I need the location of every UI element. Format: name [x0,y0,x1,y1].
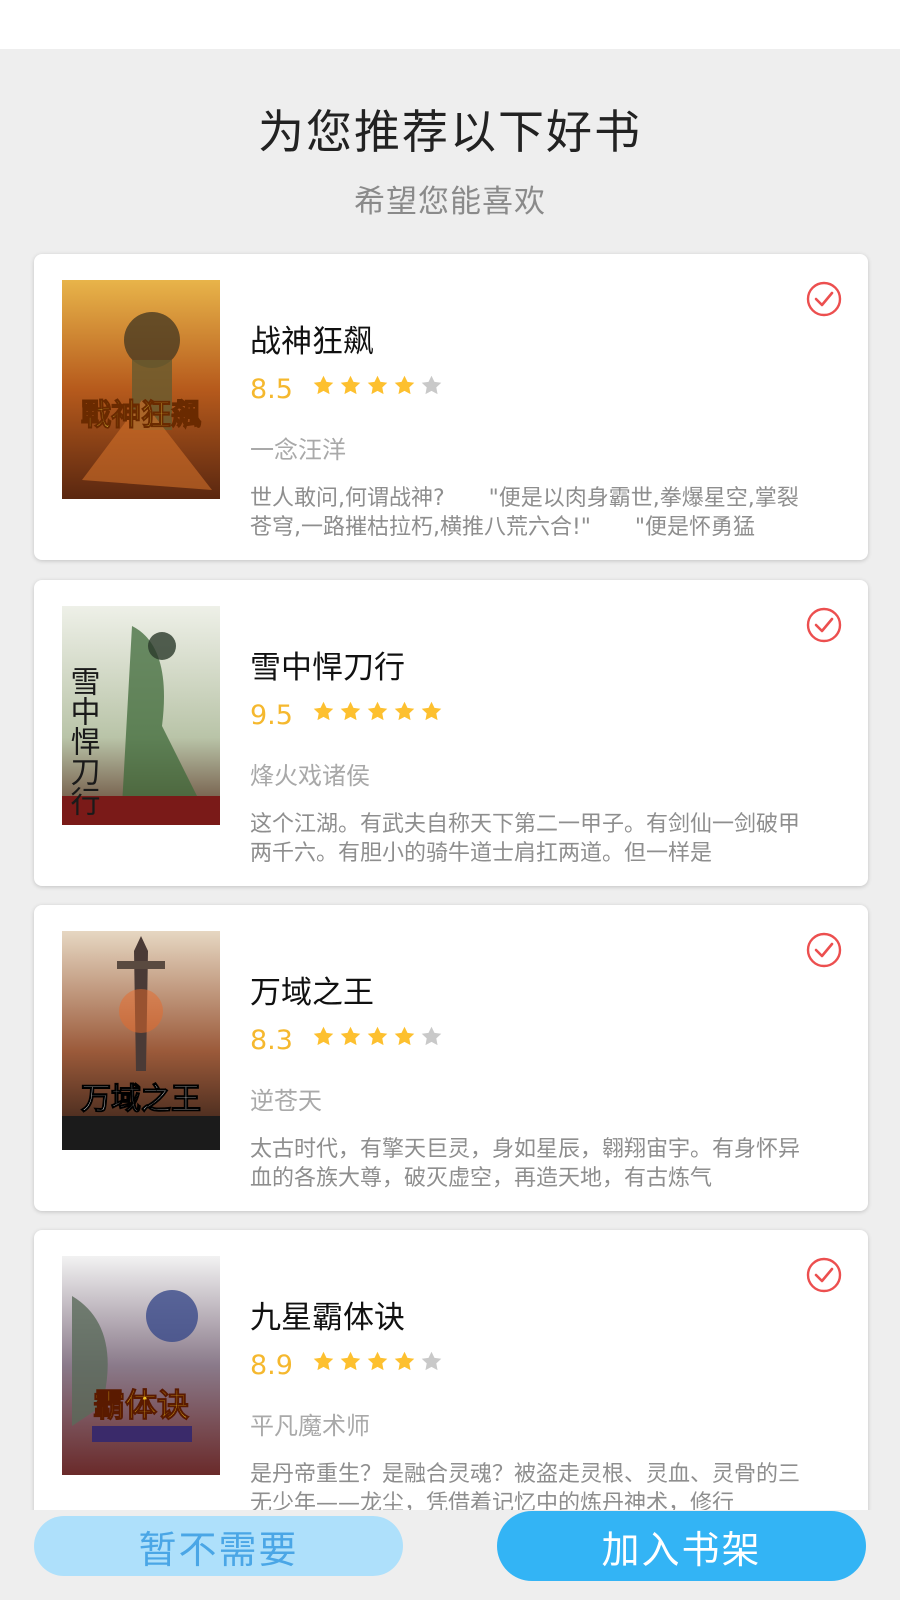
book-title: 万域之王 [250,975,374,1011]
svg-text:戰神狂飆: 戰神狂飆 [81,398,201,433]
star-filled-icon [394,375,415,395]
recommendation-list[interactable]: 为您推荐以下好书 希望您能喜欢 戰神狂飆 战神狂飙 8.5 一念汪洋 世人敢问,… [0,0,900,1510]
star-filled-icon [340,701,361,721]
star-filled-icon [394,1026,415,1046]
star-filled-icon [340,375,361,395]
book-cover: 戰神狂飆 [62,280,220,499]
check-circle-icon[interactable] [806,607,842,643]
book-cover: 霸体诀 [62,1256,220,1475]
book-score: 8.5 [250,374,293,405]
star-filled-icon [313,1026,334,1046]
book-title: 九星霸体诀 [250,1300,405,1336]
book-author: 平凡魔术师 [250,1412,370,1440]
star-filled-icon [340,1026,361,1046]
star-filled-icon [367,701,388,721]
book-title: 战神狂飙 [250,324,374,360]
star-empty-icon [421,1351,442,1371]
action-bar: 暂不需要 加入书架 [0,1510,900,1600]
svg-text:雪中悍刀行: 雪中悍刀行 [65,666,101,816]
book-description: 这个江湖。有武夫自称天下第二一甲子。有剑仙一剑破甲两千六。有胆小的骑牛道士肩扛两… [250,812,801,866]
book-score: 8.3 [250,1025,293,1056]
rating-stars [312,1025,443,1051]
book-title: 雪中悍刀行 [250,650,405,686]
star-filled-icon [367,1026,388,1046]
book-card[interactable]: 雪中悍刀行 雪中悍刀行 9.5 烽火戏诸侯 这个江湖。有武夫自称天下第二一甲子。… [34,580,868,886]
book-score: 8.9 [250,1350,293,1381]
star-filled-icon [313,375,334,395]
check-circle-icon[interactable] [806,1257,842,1293]
star-empty-icon [421,375,442,395]
star-filled-icon [340,1351,361,1371]
check-circle-icon[interactable] [806,281,842,317]
star-filled-icon [313,701,334,721]
book-card[interactable]: 霸体诀 九星霸体诀 8.9 平凡魔术师 是丹帝重生？是融合灵魂？被盗走灵根、灵血… [34,1230,868,1510]
star-filled-icon [367,375,388,395]
book-card[interactable]: 万域之王 万域之王 8.3 逆苍天 太古时代，有擎天巨灵，身如星辰，翱翔宙宇。有… [34,905,868,1211]
book-description: 太古时代，有擎天巨灵，身如星辰，翱翔宙宇。有身怀异血的各族大尊，破灭虚空，再造天… [250,1137,801,1191]
page-subtitle: 希望您能喜欢 [354,184,546,220]
book-author: 一念汪洋 [250,436,346,464]
star-filled-icon [394,1351,415,1371]
star-filled-icon [367,1351,388,1371]
book-description: 是丹帝重生？是融合灵魂？被盗走灵根、灵血、灵骨的三无少年——龙尘，凭借着记忆中的… [250,1462,801,1510]
star-filled-icon [394,701,415,721]
page-title: 为您推荐以下好书 [258,105,642,159]
star-filled-icon [313,1351,334,1371]
star-empty-icon [421,1026,442,1046]
book-description: 世人敢问,何谓战神? "便是以肉身霸世,拳爆星空,掌裂苍穹,一路摧枯拉朽,横推八… [250,486,799,540]
rating-stars [312,700,443,726]
skip-button[interactable]: 暂不需要 [34,1516,403,1576]
book-author: 逆苍天 [250,1087,322,1115]
book-cover: 万域之王 [62,931,220,1150]
svg-text:万域之王: 万域之王 [81,1082,201,1117]
svg-text:霸体诀: 霸体诀 [93,1386,189,1424]
star-filled-icon [421,701,442,721]
add-to-shelf-button[interactable]: 加入书架 [497,1511,866,1581]
book-cover: 雪中悍刀行 [62,606,220,825]
book-author: 烽火戏诸侯 [250,762,370,790]
rating-stars [312,1350,443,1376]
book-card[interactable]: 戰神狂飆 战神狂飙 8.5 一念汪洋 世人敢问,何谓战神? "便是以肉身霸世,拳… [34,254,868,560]
book-score: 9.5 [250,700,293,731]
check-circle-icon[interactable] [806,932,842,968]
rating-stars [312,374,443,400]
